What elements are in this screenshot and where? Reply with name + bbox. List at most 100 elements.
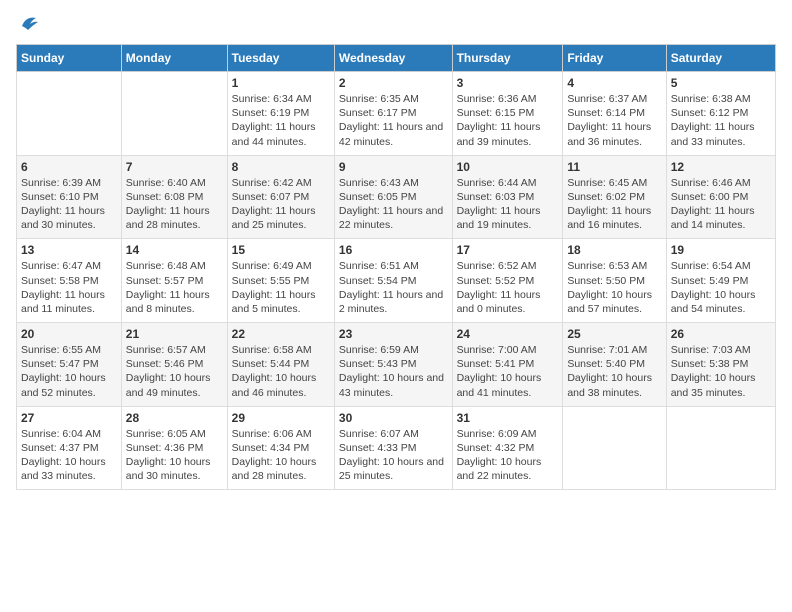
day-number: 30 (339, 411, 448, 425)
daylight-text: Daylight: 10 hours and 54 minutes. (671, 288, 771, 316)
daylight-text: Daylight: 10 hours and 57 minutes. (567, 288, 661, 316)
daylight-text: Daylight: 11 hours and 42 minutes. (339, 120, 448, 148)
daylight-text: Daylight: 11 hours and 33 minutes. (671, 120, 771, 148)
sunset-text: Sunset: 5:58 PM (21, 274, 117, 288)
calendar-cell: 6Sunrise: 6:39 AMSunset: 6:10 PMDaylight… (17, 155, 122, 239)
sunset-text: Sunset: 4:34 PM (232, 441, 330, 455)
calendar-cell: 30Sunrise: 6:07 AMSunset: 4:33 PMDayligh… (334, 406, 452, 490)
sunrise-text: Sunrise: 6:55 AM (21, 343, 117, 357)
daylight-text: Daylight: 11 hours and 11 minutes. (21, 288, 117, 316)
day-info: Sunrise: 6:45 AMSunset: 6:02 PMDaylight:… (567, 176, 661, 233)
day-number: 4 (567, 76, 661, 90)
day-number: 20 (21, 327, 117, 341)
calendar-cell (121, 72, 227, 156)
daylight-text: Daylight: 11 hours and 2 minutes. (339, 288, 448, 316)
daylight-text: Daylight: 10 hours and 35 minutes. (671, 371, 771, 399)
sunrise-text: Sunrise: 6:58 AM (232, 343, 330, 357)
calendar-cell: 2 Sunrise: 6:35 AMSunset: 6:17 PMDaylight… (334, 72, 452, 156)
day-number: 25 (567, 327, 661, 341)
sunset-text: Sunset: 6:07 PM (232, 190, 330, 204)
day-number: 1 (232, 76, 330, 90)
weekday-header-monday: Monday (121, 45, 227, 72)
calendar-cell: 1Sunrise: 6:34 AMSunset: 6:19 PMDaylight… (227, 72, 334, 156)
day-info: Sunrise: 6:48 AMSunset: 5:57 PMDaylight:… (126, 259, 223, 316)
sunrise-text: Sunrise: 6:40 AM (126, 176, 223, 190)
daylight-text: Daylight: 11 hours and 16 minutes. (567, 204, 661, 232)
daylight-text: Daylight: 11 hours and 30 minutes. (21, 204, 117, 232)
sunrise-text: Sunrise: 6:04 AM (21, 427, 117, 441)
day-number: 10 (457, 160, 559, 174)
day-number: 8 (232, 160, 330, 174)
weekday-header-row: SundayMondayTuesdayWednesdayThursdayFrid… (17, 45, 776, 72)
daylight-text: Daylight: 10 hours and 46 minutes. (232, 371, 330, 399)
daylight-text: Daylight: 11 hours and 22 minutes. (339, 204, 448, 232)
calendar-cell: 28 Sunrise: 6:05 AMSunset: 4:36 PMDayligh… (121, 406, 227, 490)
sunset-text: Sunset: 5:54 PM (339, 274, 448, 288)
sunset-text: Sunset: 6:10 PM (21, 190, 117, 204)
day-number: 12 (671, 160, 771, 174)
sunset-text: Sunset: 5:55 PM (232, 274, 330, 288)
daylight-text: Daylight: 11 hours and 0 minutes. (457, 288, 559, 316)
week-row-3: 13 Sunrise: 6:47 AMSunset: 5:58 PMDayligh… (17, 239, 776, 323)
sunset-text: Sunset: 5:46 PM (126, 357, 223, 371)
day-info: Sunrise: 6:39 AMSunset: 6:10 PMDaylight:… (21, 176, 117, 233)
day-number: 16 (339, 243, 448, 257)
calendar-cell: 25 Sunrise: 7:01 AMSunset: 5:40 PMDayligh… (563, 323, 666, 407)
sunset-text: Sunset: 5:44 PM (232, 357, 330, 371)
sunset-text: Sunset: 5:57 PM (126, 274, 223, 288)
sunset-text: Sunset: 6:15 PM (457, 106, 559, 120)
weekday-header-saturday: Saturday (666, 45, 775, 72)
sunrise-text: Sunrise: 6:59 AM (339, 343, 448, 357)
day-number: 5 (671, 76, 771, 90)
day-info: Sunrise: 6:06 AMSunset: 4:34 PMDaylight:… (232, 427, 330, 484)
sunrise-text: Sunrise: 6:05 AM (126, 427, 223, 441)
sunset-text: Sunset: 5:52 PM (457, 274, 559, 288)
calendar-cell: 27Sunrise: 6:04 AMSunset: 4:37 PMDayligh… (17, 406, 122, 490)
weekday-header-wednesday: Wednesday (334, 45, 452, 72)
calendar-table: SundayMondayTuesdayWednesdayThursdayFrid… (16, 44, 776, 490)
sunrise-text: Sunrise: 6:35 AM (339, 92, 448, 106)
sunrise-text: Sunrise: 6:48 AM (126, 259, 223, 273)
day-number: 9 (339, 160, 448, 174)
calendar-cell: 20Sunrise: 6:55 AMSunset: 5:47 PMDayligh… (17, 323, 122, 407)
sunset-text: Sunset: 5:40 PM (567, 357, 661, 371)
sunset-text: Sunset: 5:41 PM (457, 357, 559, 371)
sunrise-text: Sunrise: 6:36 AM (457, 92, 559, 106)
daylight-text: Daylight: 10 hours and 22 minutes. (457, 455, 559, 483)
day-number: 13 (21, 243, 117, 257)
daylight-text: Daylight: 11 hours and 14 minutes. (671, 204, 771, 232)
day-info: Sunrise: 6:47 AMSunset: 5:58 PMDaylight:… (21, 259, 117, 316)
sunrise-text: Sunrise: 6:43 AM (339, 176, 448, 190)
daylight-text: Daylight: 11 hours and 28 minutes. (126, 204, 223, 232)
day-info: Sunrise: 7:01 AMSunset: 5:40 PMDaylight:… (567, 343, 661, 400)
daylight-text: Daylight: 10 hours and 30 minutes. (126, 455, 223, 483)
day-number: 21 (126, 327, 223, 341)
daylight-text: Daylight: 10 hours and 41 minutes. (457, 371, 559, 399)
sunrise-text: Sunrise: 6:34 AM (232, 92, 330, 106)
sunrise-text: Sunrise: 7:03 AM (671, 343, 771, 357)
calendar-cell: 19Sunrise: 6:54 AMSunset: 5:49 PMDayligh… (666, 239, 775, 323)
calendar-cell: 29Sunrise: 6:06 AMSunset: 4:34 PMDayligh… (227, 406, 334, 490)
day-number: 28 (126, 411, 223, 425)
daylight-text: Daylight: 11 hours and 39 minutes. (457, 120, 559, 148)
weekday-header-sunday: Sunday (17, 45, 122, 72)
sunrise-text: Sunrise: 6:53 AM (567, 259, 661, 273)
calendar-cell: 22Sunrise: 6:58 AMSunset: 5:44 PMDayligh… (227, 323, 334, 407)
day-number: 15 (232, 243, 330, 257)
day-info: Sunrise: 6:54 AMSunset: 5:49 PMDaylight:… (671, 259, 771, 316)
sunrise-text: Sunrise: 6:09 AM (457, 427, 559, 441)
sunrise-text: Sunrise: 7:01 AM (567, 343, 661, 357)
day-info: Sunrise: 6:09 AMSunset: 4:32 PMDaylight:… (457, 427, 559, 484)
sunset-text: Sunset: 5:38 PM (671, 357, 771, 371)
calendar-cell: 10Sunrise: 6:44 AMSunset: 6:03 PMDayligh… (452, 155, 563, 239)
day-number: 2 (339, 76, 448, 90)
week-row-1: 1Sunrise: 6:34 AMSunset: 6:19 PMDaylight… (17, 72, 776, 156)
day-info: Sunrise: 6:35 AMSunset: 6:17 PMDaylight:… (339, 92, 448, 149)
day-info: Sunrise: 6:05 AMSunset: 4:36 PMDaylight:… (126, 427, 223, 484)
calendar-cell (666, 406, 775, 490)
sunrise-text: Sunrise: 6:49 AM (232, 259, 330, 273)
day-info: Sunrise: 6:43 AMSunset: 6:05 PMDaylight:… (339, 176, 448, 233)
daylight-text: Daylight: 11 hours and 19 minutes. (457, 204, 559, 232)
sunrise-text: Sunrise: 6:45 AM (567, 176, 661, 190)
daylight-text: Daylight: 10 hours and 49 minutes. (126, 371, 223, 399)
